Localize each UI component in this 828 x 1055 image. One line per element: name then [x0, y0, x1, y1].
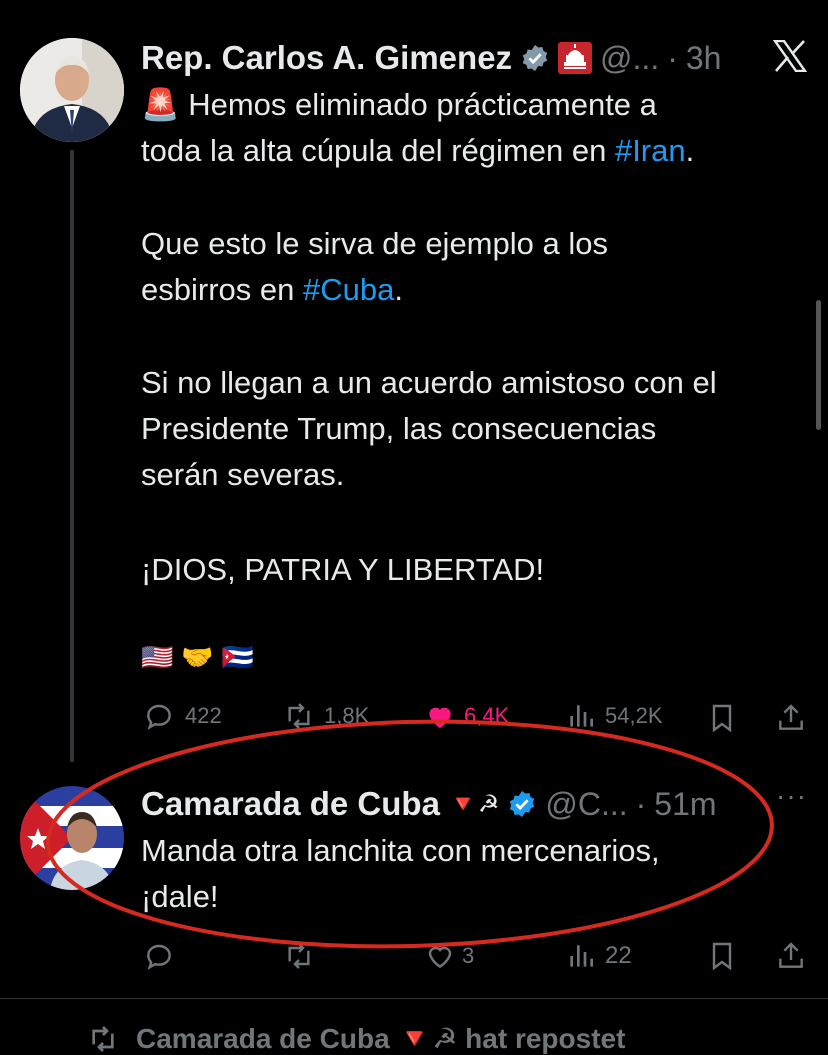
thread-line [70, 150, 74, 762]
us-flag-icon: 🇺🇸 [141, 642, 174, 672]
tweet-1-text-para2: Que esto le sirva de ejemplo a los esbir… [141, 221, 821, 313]
scrollbar[interactable] [816, 300, 821, 430]
tweet-2-text: Manda otra lanchita con mercenarios, ¡da… [141, 828, 821, 920]
share-icon[interactable] [775, 940, 807, 972]
text-line-1: 🚨 Hemos eliminado prácticamente a [141, 87, 657, 122]
separator-dot: · [667, 39, 678, 76]
separator-dot: · [635, 785, 647, 822]
tweet-1-emojis: 🇺🇸 🤝 🇨🇺 [141, 642, 254, 673]
more-options-icon[interactable]: ··· [776, 780, 807, 812]
hashtag-iran[interactable]: #Iran [615, 133, 686, 168]
x-logo-icon[interactable] [773, 40, 807, 72]
text-line-7: serán severas. [141, 457, 345, 492]
heart-outline-icon [428, 946, 452, 969]
tweet-1-text: 🚨 Hemos eliminado prácticamente a toda l… [141, 82, 821, 174]
reply-line-1: Manda otra lanchita con mercenarios, [141, 833, 660, 868]
repost-button[interactable]: 1,8K [282, 700, 369, 732]
views-count: 54,2K [605, 703, 663, 728]
bookmark-icon[interactable] [706, 702, 738, 734]
like-button[interactable]: 3 [424, 940, 474, 972]
share-icon[interactable] [775, 702, 807, 734]
tweet-1-text-para4: ¡DIOS, PATRIA Y LIBERTAD! [141, 547, 821, 593]
views-icon [570, 705, 593, 727]
gray-verified-badge-icon [522, 44, 548, 72]
like-count: 3 [462, 943, 475, 968]
views-icon [570, 945, 593, 967]
like-button[interactable]: 6,4K [424, 700, 509, 732]
text-line-8: ¡DIOS, PATRIA Y LIBERTAD! [141, 552, 545, 587]
divider [0, 998, 828, 999]
repost-icon [92, 1025, 114, 1052]
views-count: 22 [605, 942, 632, 969]
text-line-4: esbirros en #Cuba. [141, 272, 403, 307]
repost-button[interactable] [282, 940, 316, 972]
text-line-2: toda la alta cúpula del régimen en #Iran… [141, 133, 695, 168]
text-line-3: Que esto le sirva de ejemplo a los [141, 226, 608, 261]
author-handle[interactable]: @... [600, 40, 659, 77]
reply-button[interactable]: 422 [143, 700, 222, 732]
reply-icon [147, 704, 171, 730]
reply-count: 422 [185, 703, 222, 728]
bookmark-icon[interactable] [706, 940, 738, 972]
tweet-time[interactable]: 51m [654, 786, 716, 823]
repost-icon [288, 943, 310, 969]
repost-icon [288, 703, 310, 729]
repost-indicator: Camarada de Cuba 🔻☭ hat repostet [86, 1022, 625, 1055]
author-emojis: 🔻☭ [447, 790, 500, 818]
avatar-gimenez[interactable] [20, 38, 124, 142]
tweet-2-header: Camarada de Cuba 🔻☭ @C... · 51m [141, 782, 717, 826]
avatar-camarada-image [20, 786, 124, 890]
blue-verified-badge-icon [510, 790, 535, 818]
views-button[interactable]: 54,2K [565, 700, 663, 732]
government-affiliation-icon [558, 42, 593, 74]
tweet-time[interactable]: 3h [686, 40, 722, 77]
avatar-gimenez-image [20, 38, 124, 142]
repost-count: 1,8K [324, 703, 370, 728]
text-line-6: Presidente Trump, las consecuencias [141, 411, 657, 446]
author-handle[interactable]: @C... [545, 786, 627, 823]
reply-icon [147, 944, 171, 970]
tweet-1-text-para3: Si no llegan a un acuerdo amistoso con e… [141, 360, 821, 498]
heart-filled-icon [429, 707, 451, 728]
author-name[interactable]: Camarada de Cuba [141, 785, 440, 823]
repost-indicator-text[interactable]: Camarada de Cuba 🔻☭ hat repostet [136, 1022, 625, 1055]
reply-button[interactable] [143, 940, 175, 972]
cuba-flag-icon: 🇨🇺 [221, 642, 255, 672]
handshake-icon: 🤝 [181, 642, 214, 672]
hashtag-cuba[interactable]: #Cuba [303, 272, 394, 307]
tweet-1-header: Rep. Carlos A. Gimenez @... · 3h [141, 36, 721, 80]
like-count: 6,4K [464, 703, 510, 728]
author-name[interactable]: Rep. Carlos A. Gimenez [141, 39, 512, 77]
views-button[interactable]: 22 [565, 940, 632, 972]
avatar-camarada[interactable] [20, 786, 124, 890]
reply-line-2: ¡dale! [141, 879, 219, 914]
text-line-5: Si no llegan a un acuerdo amistoso con e… [141, 365, 717, 400]
siren-icon: 🚨 [141, 87, 180, 122]
